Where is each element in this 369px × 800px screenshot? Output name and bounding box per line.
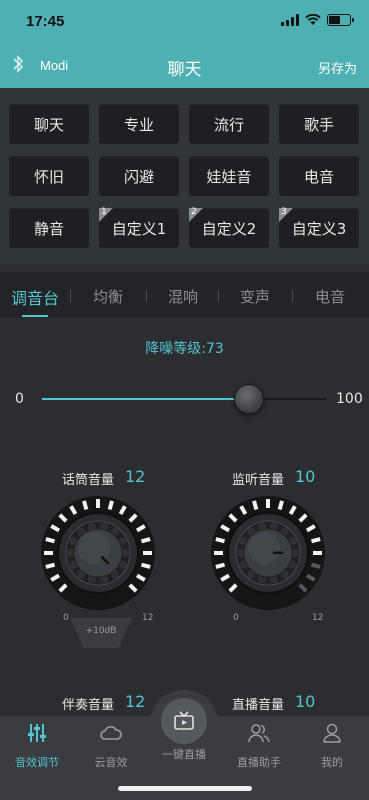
signal-icon — [281, 14, 299, 26]
one-click-live-button[interactable] — [161, 698, 207, 744]
knob-tick — [107, 500, 114, 511]
status-icons — [281, 14, 354, 26]
tab-cloud-effects[interactable]: 云音效 — [74, 716, 148, 776]
active-tab-indicator — [22, 315, 48, 317]
preset-button[interactable]: 流行 — [189, 104, 269, 144]
mic-volume-value: 12 — [125, 467, 146, 486]
tab-separator — [70, 290, 71, 302]
accompaniment-volume-label: 伴奏音量 — [62, 698, 115, 713]
preset-label: 闪避 — [123, 167, 154, 186]
mic-volume-knob[interactable] — [38, 495, 158, 615]
user-icon — [323, 723, 341, 743]
knob-tick — [215, 562, 226, 569]
tab-profile[interactable]: 我的 — [295, 716, 369, 776]
preset-label: 自定义2 — [201, 219, 257, 238]
tab-bar-top: 调音台 均衡 混响 变声 电音 — [0, 272, 369, 318]
custom-slot-number: 2 — [191, 207, 197, 217]
noise-level-label: 降噪等级:73 — [145, 341, 224, 357]
knob-tick — [215, 537, 226, 544]
monitor-volume-label: 监听音量 — [232, 473, 285, 488]
status-time: 17:45 — [26, 13, 65, 30]
home-indicator — [118, 786, 252, 791]
custom-slot-number: 1 — [101, 207, 107, 217]
preset-button[interactable]: 1 自定义1 — [99, 207, 179, 248]
mic-boost-toggle[interactable]: +10dB — [70, 618, 132, 648]
tab-reverb[interactable]: 混响 — [168, 286, 198, 307]
preset-button[interactable]: 聊天 — [9, 104, 89, 144]
monitor-knob-max-label: 12 — [312, 613, 324, 623]
preset-grid: 聊天 专业 流行 歌手怀旧 闪避 娃娃音 电音静音 1 自定义1 2 自定义2 3 自定义3 — [9, 104, 360, 248]
knob-tick — [310, 562, 321, 569]
tab-separator — [218, 290, 219, 302]
mic-boost-label: +10dB — [85, 626, 117, 636]
tab-label: 音效调节 — [15, 756, 59, 769]
preset-button[interactable]: 静音 — [9, 208, 89, 248]
knob-tick — [45, 537, 56, 544]
preset-button[interactable]: 3 自定义3 — [279, 207, 359, 248]
preset-button[interactable]: 闪避 — [99, 156, 179, 196]
save-as-button[interactable]: 另存为 — [318, 58, 357, 77]
tab-voice-change[interactable]: 变声 — [240, 286, 270, 307]
nav-bar: Modi 聊天 另存为 — [0, 44, 369, 88]
battery-icon — [327, 14, 354, 26]
preset-label: 专业 — [123, 115, 154, 134]
knob-tick — [140, 537, 151, 544]
monitor-knob-min-label: 0 — [233, 613, 239, 623]
tv-icon — [174, 711, 194, 730]
tab-label: 直播助手 — [237, 756, 281, 769]
monitor-volume-knob[interactable] — [208, 495, 328, 615]
slider-min-label: 0 — [15, 391, 24, 407]
preset-label: 自定义3 — [291, 219, 347, 238]
preset-label: 自定义1 — [111, 219, 167, 238]
tab-separator — [146, 290, 147, 302]
knob-tick — [140, 562, 151, 569]
live-volume-value: 10 — [295, 692, 316, 711]
preset-label: 流行 — [213, 115, 244, 134]
tab-sound-effects[interactable]: 音效调节 — [0, 716, 74, 776]
page-title: 聊天 — [167, 60, 202, 80]
mic-volume-label: 话筒音量 — [62, 473, 115, 488]
custom-slot-number: 3 — [281, 207, 287, 217]
knob-tick — [277, 500, 284, 511]
preset-label: 聊天 — [33, 115, 64, 134]
tab-electro[interactable]: 电音 — [315, 286, 345, 307]
preset-panel: 聊天 专业 流行 歌手怀旧 闪避 娃娃音 电音静音 1 自定义1 2 自定义2 3 自定义3 — [0, 88, 369, 264]
preset-button[interactable]: 专业 — [99, 104, 179, 144]
preset-label: 怀旧 — [33, 167, 64, 186]
tab-mixer[interactable]: 调音台 — [11, 285, 59, 309]
sliders-icon — [28, 724, 46, 742]
knob-tick — [252, 500, 259, 511]
preset-label: 歌手 — [303, 115, 334, 134]
knob-tick — [45, 562, 56, 569]
preset-label: 电音 — [303, 167, 334, 186]
tab-label: 云音效 — [94, 756, 128, 769]
noise-slider-fill — [42, 398, 250, 400]
noise-slider-thumb[interactable] — [234, 384, 265, 414]
tab-live-assistant[interactable]: 直播助手 — [222, 716, 296, 776]
preset-label: 静音 — [33, 219, 64, 238]
accompaniment-volume-value: 12 — [125, 692, 146, 711]
status-bar: 17:45 — [0, 0, 369, 44]
preset-button[interactable]: 电音 — [279, 156, 359, 196]
noise-slider-track[interactable] — [42, 398, 326, 400]
knob-tick — [82, 500, 89, 511]
one-click-live-label: 一键直播 — [162, 748, 206, 761]
cloud-icon — [100, 726, 122, 740]
preset-button[interactable]: 2 自定义2 — [189, 207, 269, 248]
tab-separator — [292, 290, 293, 302]
preset-button[interactable]: 娃娃音 — [189, 156, 269, 196]
tab-equalizer[interactable]: 均衡 — [93, 286, 123, 307]
preset-button[interactable]: 怀旧 — [9, 156, 89, 196]
preset-button[interactable]: 歌手 — [279, 104, 359, 144]
tab-label: 我的 — [321, 756, 343, 769]
live-volume-label: 直播音量 — [232, 698, 285, 713]
knob-tick — [310, 537, 321, 544]
monitor-volume-value: 10 — [295, 467, 316, 486]
preset-label: 娃娃音 — [206, 167, 252, 186]
people-icon — [248, 724, 270, 743]
mic-knob-min-label: 0 — [63, 613, 69, 623]
wifi-icon — [305, 14, 321, 25]
mic-knob-max-label: 12 — [142, 613, 154, 623]
slider-max-label: 100 — [336, 391, 363, 407]
